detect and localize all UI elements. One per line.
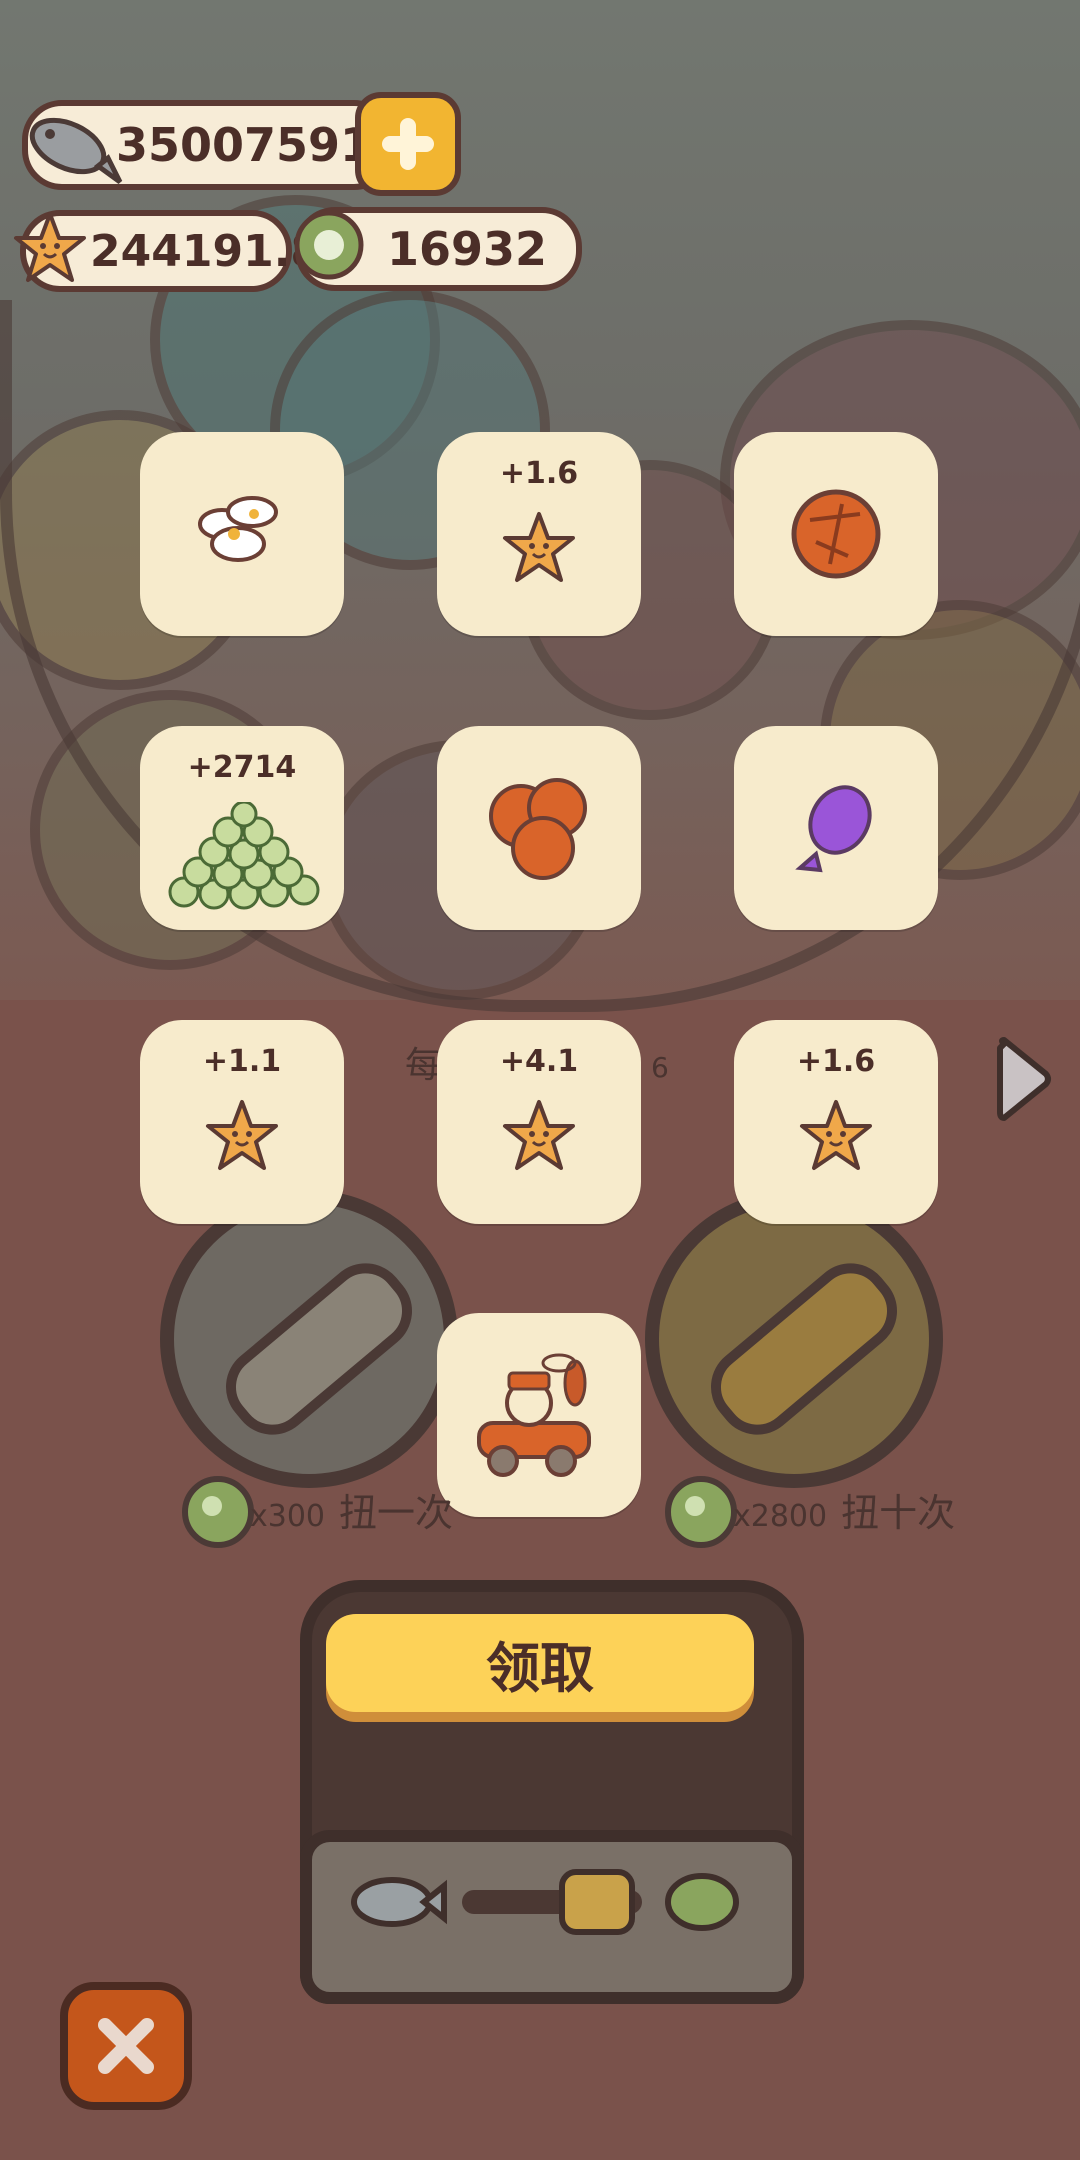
orange-ball-icon	[791, 489, 881, 579]
coin-amount: 16932	[387, 222, 548, 276]
next-page-arrow-icon[interactable]	[994, 1036, 1054, 1122]
reward-tile-star: +4.1	[437, 1020, 641, 1224]
reward-amount: +1.1	[202, 1044, 282, 1079]
plus-icon	[382, 118, 434, 170]
starfish-icon	[503, 512, 575, 582]
reward-amount: +2714	[187, 750, 297, 785]
starfish-icon	[503, 1100, 575, 1170]
spin-ten-label[interactable]: x2800 扭十次	[733, 1482, 955, 1537]
starfish-icon	[206, 1100, 278, 1170]
reward-amount: +1.6	[499, 456, 579, 491]
reward-tile-star: +1.6	[734, 1020, 938, 1224]
spin-once-label[interactable]: x300 扭一次	[250, 1482, 453, 1537]
starfish-icon	[14, 212, 86, 282]
reward-amount: +1.6	[796, 1044, 876, 1079]
gacha-machine-dock	[300, 1830, 804, 2004]
starfish-icon	[800, 1100, 872, 1170]
flower-icon	[198, 496, 278, 562]
spin-ten-knob[interactable]	[645, 1190, 943, 1488]
reward-tile-cat-car	[437, 1313, 641, 1517]
star-currency-pill: 244191.8	[14, 210, 321, 292]
reward-tile-orange-balls	[437, 726, 641, 930]
dock-slider-icon	[351, 1869, 739, 1935]
reward-amount: +4.1	[499, 1044, 579, 1079]
close-icon	[98, 2018, 154, 2074]
reward-tile-star: +1.1	[140, 1020, 344, 1224]
star-amount: 244191.8	[90, 225, 322, 277]
fish-icon	[29, 117, 123, 185]
fish-currency-pill: 350075912	[22, 100, 404, 190]
purple-fish-icon	[795, 785, 872, 873]
claim-button[interactable]: 领取	[326, 1614, 754, 1712]
spin-once-knob[interactable]	[160, 1190, 458, 1488]
reward-tile-coins: +2714	[140, 726, 344, 930]
cat-car-icon	[477, 1353, 591, 1477]
reward-tile-orange-ball	[734, 432, 938, 636]
add-fish-button[interactable]	[355, 92, 461, 196]
close-button[interactable]	[60, 1982, 192, 2110]
reward-tile-star: +1.6	[437, 432, 641, 636]
orange-balls-icon	[489, 778, 587, 880]
green-coin-icon	[182, 1476, 254, 1548]
reward-tile-flower	[140, 432, 344, 636]
green-coin-icon	[665, 1476, 737, 1548]
reward-tile-purple-fish	[734, 726, 938, 930]
coin-currency-pill: 16932	[294, 207, 582, 291]
coin-pile-icon	[168, 802, 320, 910]
green-coin-icon	[294, 210, 364, 280]
